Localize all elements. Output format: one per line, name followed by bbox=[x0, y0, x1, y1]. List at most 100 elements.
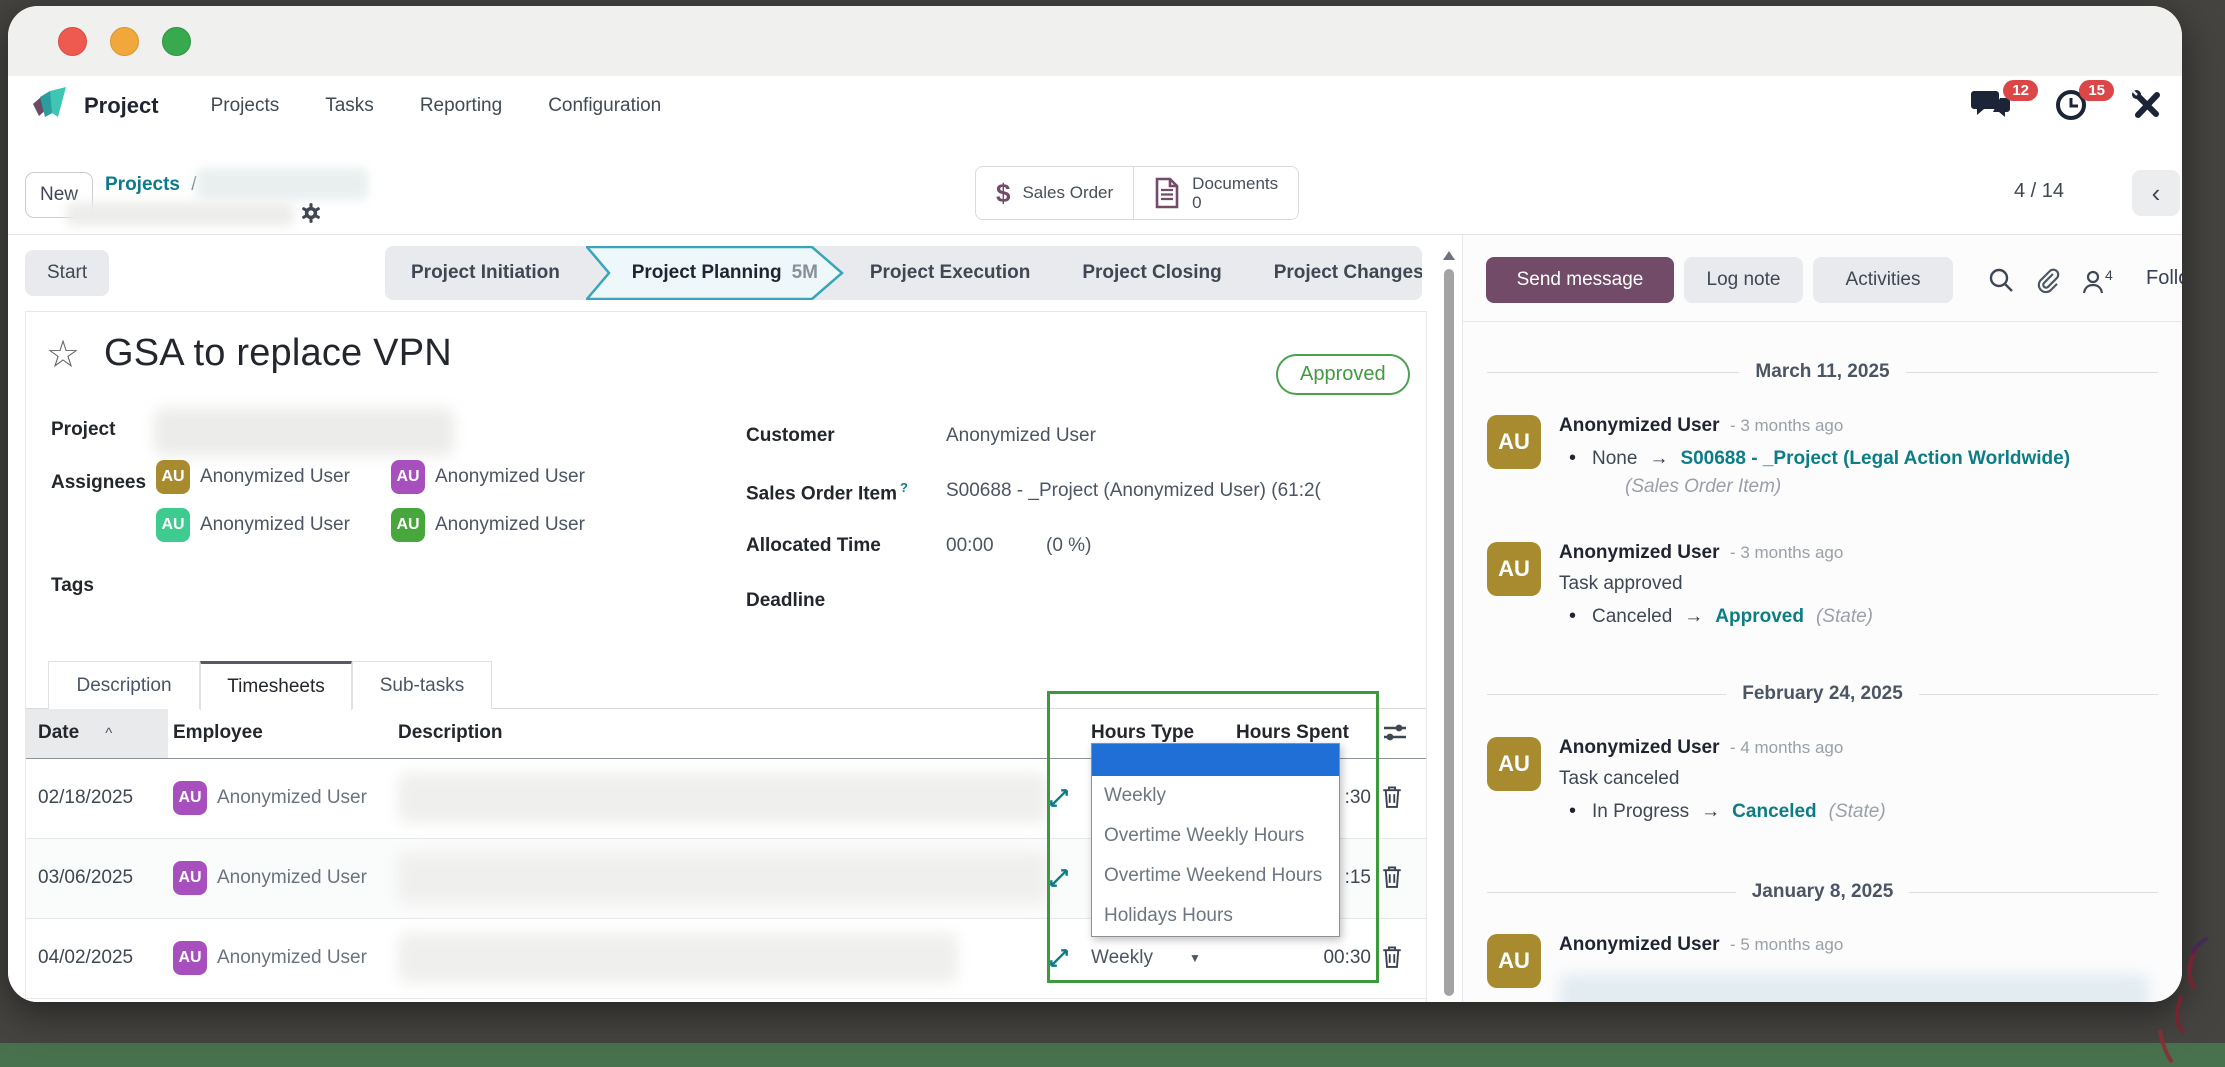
dollar-icon: $ bbox=[996, 178, 1010, 209]
scroll-up-arrow-icon[interactable] bbox=[1443, 251, 1455, 260]
cell-employee[interactable]: AU Anonymized User bbox=[173, 781, 367, 815]
cell-hours-spent[interactable]: :15 bbox=[1345, 867, 1371, 889]
tab-description[interactable]: Description bbox=[48, 661, 200, 709]
help-icon[interactable]: ? bbox=[900, 480, 908, 495]
cell-description-blurred[interactable] bbox=[398, 933, 958, 983]
message-author[interactable]: Anonymized User bbox=[1559, 737, 1719, 758]
column-employee[interactable]: Employee bbox=[173, 722, 263, 744]
avatar: AU bbox=[156, 460, 190, 494]
assignee-item[interactable]: AU Anonymized User bbox=[156, 508, 350, 542]
start-timer-button[interactable]: Start bbox=[25, 250, 109, 296]
breadcrumb-subtitle-blurred bbox=[66, 202, 294, 226]
dropdown-option-overtime-weekly[interactable]: Overtime Weekly Hours bbox=[1092, 816, 1339, 856]
message-body: Task canceled bbox=[1559, 768, 2170, 790]
column-date-label: Date bbox=[38, 722, 79, 743]
delete-row-icon[interactable] bbox=[1382, 785, 1402, 809]
search-messages-icon[interactable] bbox=[1988, 267, 2014, 293]
cell-description-blurred[interactable] bbox=[398, 853, 1048, 903]
bullet-icon: • bbox=[1569, 447, 1576, 470]
tracking-change: • In Progress → Canceled (State) bbox=[1559, 800, 2170, 823]
menu-tasks[interactable]: Tasks bbox=[325, 95, 374, 117]
cell-date[interactable]: 04/02/2025 bbox=[38, 947, 133, 969]
assignee-item[interactable]: AU Anonymized User bbox=[391, 508, 585, 542]
tracking-new-value: Canceled bbox=[1732, 801, 1816, 823]
message-author[interactable]: Anonymized User bbox=[1559, 415, 1719, 436]
attachments-paperclip-icon[interactable] bbox=[2034, 267, 2060, 295]
scrollbar-thumb[interactable] bbox=[1444, 269, 1454, 996]
stage-project-execution[interactable]: Project Execution bbox=[844, 246, 1057, 300]
expand-row-icon[interactable] bbox=[1048, 947, 1070, 969]
allocated-time-value[interactable]: 00:00 bbox=[946, 535, 994, 557]
pager-previous-button[interactable]: ‹ bbox=[2132, 170, 2180, 216]
sales-order-button[interactable]: $ Sales Order bbox=[976, 167, 1133, 219]
expand-row-icon[interactable] bbox=[1048, 867, 1070, 889]
customer-value[interactable]: Anonymized User bbox=[946, 425, 1096, 447]
dropdown-option-overtime-weekend[interactable]: Overtime Weekend Hours bbox=[1092, 856, 1339, 896]
send-message-button[interactable]: Send message bbox=[1486, 257, 1674, 303]
menu-projects[interactable]: Projects bbox=[211, 95, 280, 117]
activities-button[interactable]: Activities bbox=[1813, 257, 1953, 303]
stage-project-changes[interactable]: Project Changes bbox=[1248, 246, 1422, 300]
cell-hours-spent[interactable]: 00:30 bbox=[1323, 947, 1371, 969]
followers-icon[interactable]: 4 bbox=[2081, 267, 2113, 295]
messages-icon[interactable]: 12 bbox=[1970, 88, 2014, 124]
customer-field-label: Customer bbox=[746, 425, 835, 447]
app-logo-icon[interactable] bbox=[30, 87, 70, 125]
stage-project-planning[interactable]: Project Planning 5M bbox=[586, 246, 844, 300]
tracking-new-value-link[interactable]: S00688 - _Project (Legal Action Worldwid… bbox=[1680, 448, 2070, 470]
dropdown-option-weekly[interactable]: Weekly bbox=[1092, 776, 1339, 816]
gear-icon[interactable] bbox=[300, 202, 322, 224]
maximize-window-button[interactable] bbox=[162, 27, 191, 56]
minimize-window-button[interactable] bbox=[110, 27, 139, 56]
avatar: AU bbox=[1487, 542, 1541, 596]
dropdown-option-selected-blank[interactable] bbox=[1092, 744, 1339, 776]
delete-row-icon[interactable] bbox=[1382, 945, 1402, 969]
project-value-blurred[interactable] bbox=[154, 408, 454, 456]
close-window-button[interactable] bbox=[58, 27, 87, 56]
assignee-item[interactable]: AU Anonymized User bbox=[156, 460, 350, 494]
expand-row-icon[interactable] bbox=[1048, 787, 1070, 809]
cell-date[interactable]: 02/18/2025 bbox=[38, 787, 133, 809]
cell-description-blurred[interactable] bbox=[398, 773, 1048, 823]
message-author[interactable]: Anonymized User bbox=[1559, 934, 1719, 955]
follow-button[interactable]: Follow bbox=[2146, 267, 2182, 290]
menu-reporting[interactable]: Reporting bbox=[420, 95, 502, 117]
delete-row-icon[interactable] bbox=[1382, 865, 1402, 889]
stage-statusbar: Project Initiation Project Planning 5M P… bbox=[385, 246, 1422, 300]
vertical-scrollbar[interactable] bbox=[1436, 235, 1462, 1002]
tab-subtasks[interactable]: Sub-tasks bbox=[352, 661, 492, 709]
sales-order-item-label: Sales Order Item? bbox=[746, 480, 908, 505]
assignee-name: Anonymized User bbox=[435, 514, 585, 536]
cell-hours-type[interactable]: Weekly ▼ bbox=[1091, 947, 1201, 969]
stage-project-closing[interactable]: Project Closing bbox=[1056, 246, 1247, 300]
cell-employee[interactable]: AU Anonymized User bbox=[173, 941, 367, 975]
dropdown-option-holidays[interactable]: Holidays Hours bbox=[1092, 896, 1339, 936]
cell-hours-spent[interactable]: :30 bbox=[1345, 787, 1371, 809]
column-date[interactable]: Date ^ bbox=[38, 722, 112, 744]
documents-button[interactable]: Documents 0 bbox=[1133, 167, 1298, 219]
cell-employee[interactable]: AU Anonymized User bbox=[173, 861, 367, 895]
column-hours-spent[interactable]: Hours Spent bbox=[1236, 722, 1349, 744]
cell-date[interactable]: 03/06/2025 bbox=[38, 867, 133, 889]
menu-configuration[interactable]: Configuration bbox=[548, 95, 661, 117]
document-icon bbox=[1154, 177, 1180, 209]
tab-timesheets[interactable]: Timesheets bbox=[200, 661, 352, 710]
tools-icon[interactable] bbox=[2130, 88, 2164, 124]
task-title[interactable]: GSA to replace VPN bbox=[104, 332, 452, 375]
message-author[interactable]: Anonymized User bbox=[1559, 542, 1719, 563]
stage-project-initiation[interactable]: Project Initiation bbox=[385, 246, 586, 300]
column-description[interactable]: Description bbox=[398, 722, 503, 744]
arrow-right-icon: → bbox=[1684, 606, 1703, 628]
favorite-star-icon[interactable]: ☆ bbox=[46, 336, 80, 374]
log-note-button[interactable]: Log note bbox=[1684, 257, 1803, 303]
task-state-badge[interactable]: Approved bbox=[1276, 354, 1410, 395]
column-hours-type[interactable]: Hours Type bbox=[1091, 722, 1194, 744]
sales-order-item-value[interactable]: S00688 - _Project (Anonymized User) (61:… bbox=[946, 480, 1404, 502]
sort-asc-icon: ^ bbox=[105, 725, 112, 742]
optional-columns-icon[interactable] bbox=[1382, 721, 1408, 745]
avatar: AU bbox=[1487, 737, 1541, 791]
breadcrumb-projects-link[interactable]: Projects bbox=[105, 174, 180, 195]
assignee-item[interactable]: AU Anonymized User bbox=[391, 460, 585, 494]
activity-clock-icon[interactable]: 15 bbox=[2054, 88, 2090, 124]
message-header: Anonymized User - 4 months ago bbox=[1559, 737, 2170, 759]
